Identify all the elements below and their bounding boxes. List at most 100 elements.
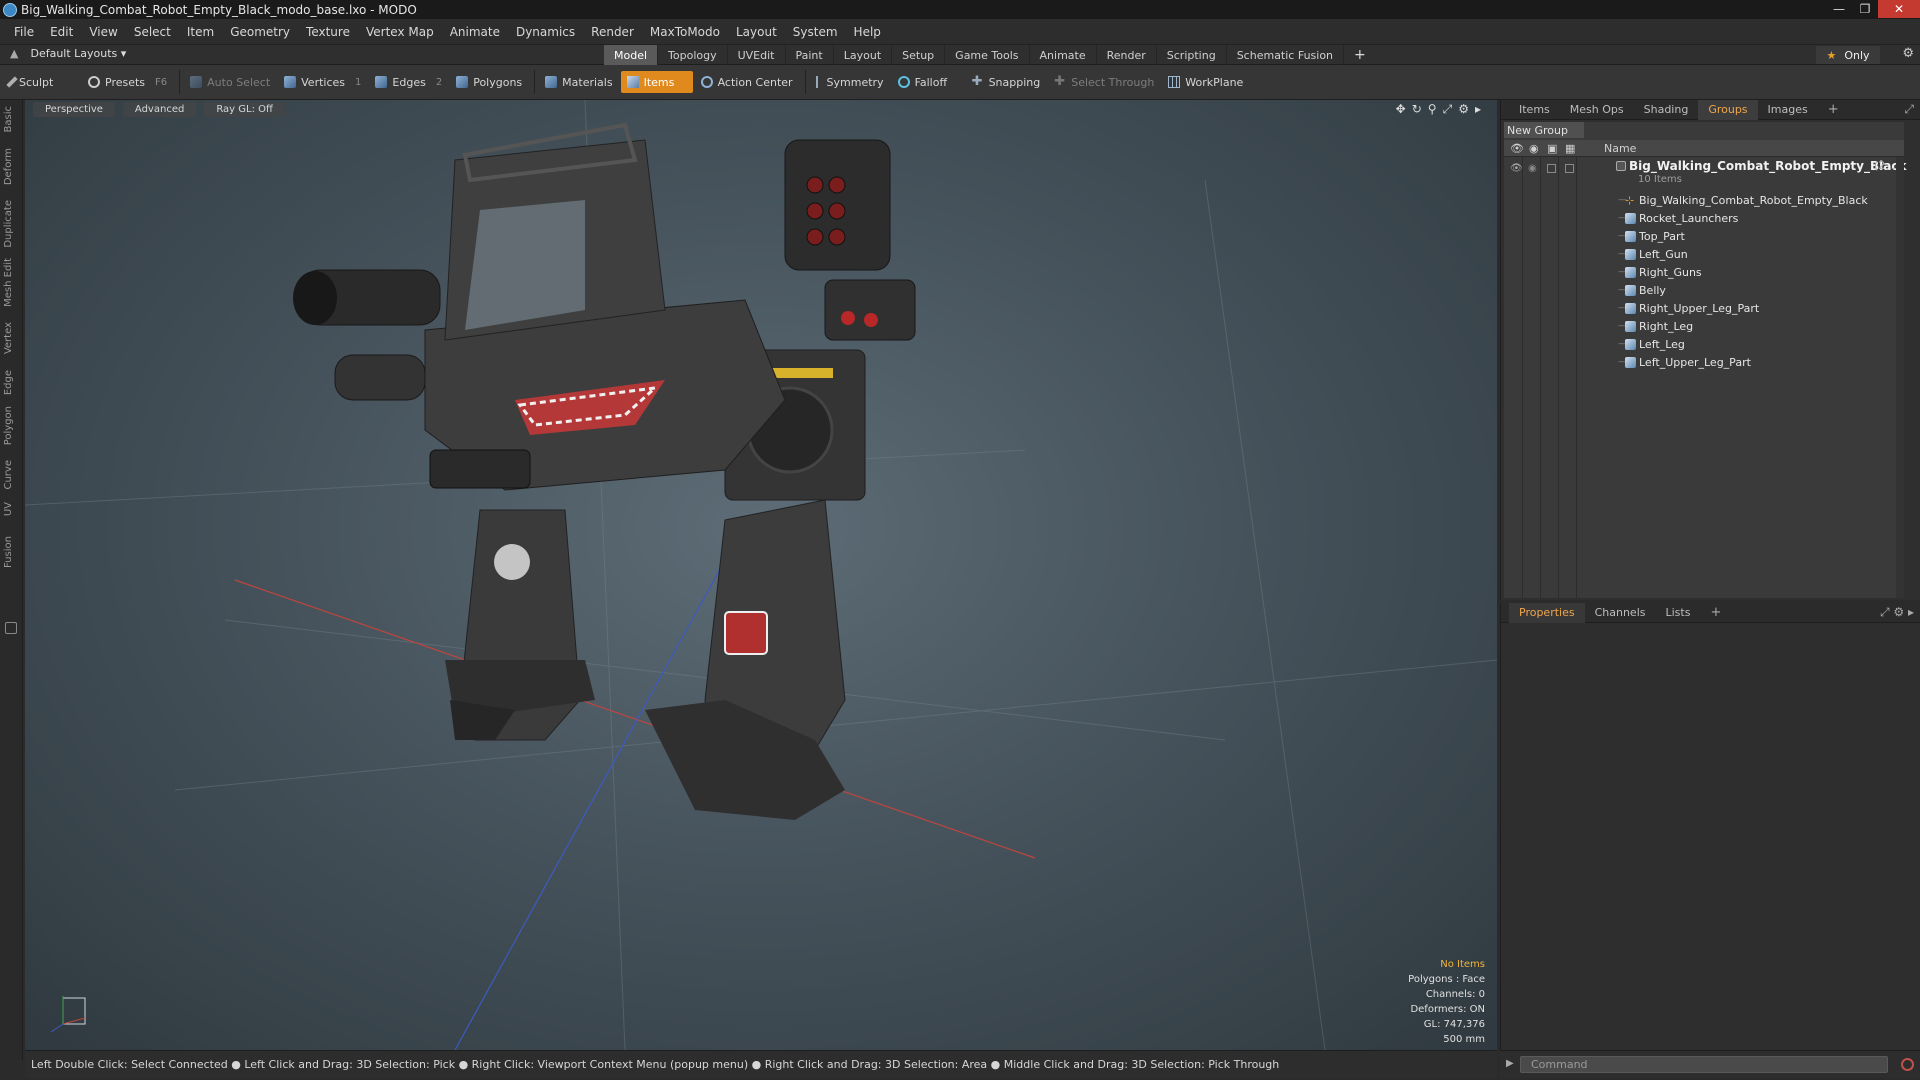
presets-button[interactable]: Presets F6: [82, 71, 173, 93]
tab-properties[interactable]: Properties: [1509, 602, 1585, 623]
select-toggle-icon[interactable]: [1565, 164, 1574, 173]
tree-item-row[interactable]: — Top_Part: [1504, 227, 1904, 245]
strip-tab-basic[interactable]: Basic: [3, 106, 14, 132]
raygl-button[interactable]: Ray GL: Off: [204, 102, 285, 117]
workplane-button[interactable]: WorkPlane: [1162, 71, 1249, 93]
lock-toggle-icon[interactable]: [1547, 164, 1556, 173]
tab-model[interactable]: Model: [604, 45, 659, 65]
menu-texture[interactable]: Texture: [298, 25, 358, 39]
perspective-button[interactable]: Perspective: [33, 102, 115, 117]
minimize-icon[interactable]: —: [1826, 0, 1852, 18]
menu-file[interactable]: File: [6, 25, 42, 39]
render-toggle-icon[interactable]: ◉: [1528, 163, 1537, 174]
auto-select-button[interactable]: Auto Select: [184, 71, 276, 93]
menu-view[interactable]: View: [81, 25, 125, 39]
new-group-button[interactable]: New Group: [1504, 122, 1584, 138]
tab-mesh-ops[interactable]: Mesh Ops: [1560, 100, 1634, 120]
lock-column-icon[interactable]: ▣: [1547, 142, 1557, 155]
panel-expand-icon[interactable]: ⤢: [1904, 102, 1914, 117]
tree-item-row[interactable]: — Right_Guns: [1504, 263, 1904, 281]
command-history-icon[interactable]: ▶: [1506, 1058, 1514, 1069]
menu-select[interactable]: Select: [126, 25, 179, 39]
shading-mode-button[interactable]: Advanced: [122, 102, 197, 117]
groups-scrollbar[interactable]: [1896, 157, 1904, 598]
move-view-icon[interactable]: ✥: [1396, 102, 1406, 117]
menu-maxtomodo[interactable]: MaxToModo: [642, 25, 728, 39]
tab-topology[interactable]: Topology: [658, 45, 728, 65]
group-root-row[interactable]: 👁 ◉ Big_Walking_Combat_Robot_Empty_Black…: [1504, 159, 1906, 189]
tab-uvedit[interactable]: UVEdit: [728, 45, 786, 65]
strip-tab-uv[interactable]: UV: [3, 502, 14, 516]
tab-paint[interactable]: Paint: [786, 45, 834, 65]
select-column-icon[interactable]: ▦: [1565, 142, 1575, 155]
materials-button[interactable]: Materials: [539, 71, 618, 93]
tab-animate[interactable]: Animate: [1030, 45, 1097, 65]
symmetry-button[interactable]: Symmetry: [810, 71, 890, 93]
tab-setup[interactable]: Setup: [892, 45, 946, 65]
tab-layout[interactable]: Layout: [834, 45, 893, 65]
strip-tab-mesh-edit[interactable]: Mesh Edit: [3, 258, 14, 307]
add-properties-tab-button[interactable]: +: [1700, 603, 1731, 623]
menu-item[interactable]: Item: [179, 25, 222, 39]
viewport-settings-icon[interactable]: ⚙: [1458, 102, 1469, 117]
tree-item-row[interactable]: — Left_Leg: [1504, 335, 1904, 353]
strip-tab-curve[interactable]: Curve: [3, 460, 14, 490]
3d-viewport[interactable]: Perspective Advanced Ray GL: Off ✥ ↻ ⚲ ⤢…: [25, 100, 1497, 1050]
strip-tab-polygon[interactable]: Polygon: [3, 406, 14, 445]
tab-scripting[interactable]: Scripting: [1157, 45, 1227, 65]
strip-tab-duplicate[interactable]: Duplicate: [3, 200, 14, 248]
tab-schematic-fusion[interactable]: Schematic Fusion: [1227, 45, 1345, 65]
record-macro-icon[interactable]: [1901, 1058, 1914, 1071]
tab-items[interactable]: Items: [1509, 100, 1560, 120]
menu-help[interactable]: Help: [846, 25, 889, 39]
falloff-button[interactable]: Falloff: [892, 71, 964, 93]
tab-game-tools[interactable]: Game Tools: [945, 45, 1030, 65]
tree-item-row[interactable]: — Belly: [1504, 281, 1904, 299]
tab-images[interactable]: Images: [1758, 100, 1818, 120]
polygons-button[interactable]: Polygons: [450, 71, 528, 93]
close-icon[interactable]: ✕: [1878, 0, 1920, 18]
strip-tab-deform[interactable]: Deform: [3, 148, 14, 185]
command-input[interactable]: [1520, 1056, 1888, 1073]
vertices-button[interactable]: Vertices 1: [278, 71, 367, 93]
menu-animate[interactable]: Animate: [442, 25, 508, 39]
visibility-column-icon[interactable]: 👁: [1510, 142, 1524, 155]
strip-tab-vertex[interactable]: Vertex: [3, 322, 14, 354]
viewport-menu-icon[interactable]: ▸: [1475, 102, 1481, 117]
gear-icon[interactable]: ⚙: [1902, 46, 1914, 61]
menu-edit[interactable]: Edit: [42, 25, 81, 39]
rotate-view-icon[interactable]: ↻: [1412, 102, 1422, 117]
render-column-icon[interactable]: ◉: [1529, 142, 1539, 155]
tree-item-row[interactable]: — Rocket_Launchers: [1504, 209, 1904, 227]
name-column-header[interactable]: Name: [1604, 142, 1636, 155]
menu-vertex-map[interactable]: Vertex Map: [358, 25, 442, 39]
only-toggle[interactable]: ★ Only: [1816, 46, 1880, 64]
tree-item-row[interactable]: — Left_Gun: [1504, 245, 1904, 263]
layout-selector[interactable]: ▲ Default Layouts ▾: [10, 47, 126, 60]
visibility-eye-icon[interactable]: 👁: [1510, 163, 1523, 174]
strip-tab-edge[interactable]: Edge: [3, 370, 14, 395]
menu-render[interactable]: Render: [583, 25, 642, 39]
add-tab-button[interactable]: +: [1344, 45, 1376, 65]
edges-button[interactable]: Edges 2: [369, 71, 448, 93]
tab-channels[interactable]: Channels: [1585, 603, 1656, 623]
properties-panel-settings-icon[interactable]: ⤢ ⚙ ▸: [1880, 605, 1914, 620]
strip-expand-icon[interactable]: [5, 622, 17, 634]
tab-shading[interactable]: Shading: [1634, 100, 1699, 120]
tab-groups[interactable]: Groups: [1698, 99, 1758, 120]
add-panel-tab-button[interactable]: +: [1818, 100, 1849, 120]
tree-item-row[interactable]: — Left_Upper_Leg_Part: [1504, 353, 1904, 371]
sculpt-button[interactable]: Sculpt: [4, 71, 80, 93]
action-center-button[interactable]: Action Center: [695, 71, 799, 93]
items-button[interactable]: Items: [620, 71, 693, 93]
menu-dynamics[interactable]: Dynamics: [508, 25, 583, 39]
layout-toggle-icon[interactable]: ▲: [10, 47, 18, 60]
zoom-view-icon[interactable]: ⚲: [1428, 102, 1437, 117]
tab-lists[interactable]: Lists: [1656, 603, 1701, 623]
fit-view-icon[interactable]: ⤢: [1443, 102, 1453, 117]
select-through-button[interactable]: ✚ Select Through: [1048, 71, 1160, 93]
restore-icon[interactable]: ❐: [1852, 0, 1878, 18]
snapping-button[interactable]: ✚ Snapping: [966, 71, 1047, 93]
menu-system[interactable]: System: [785, 25, 846, 39]
menu-geometry[interactable]: Geometry: [222, 25, 298, 39]
